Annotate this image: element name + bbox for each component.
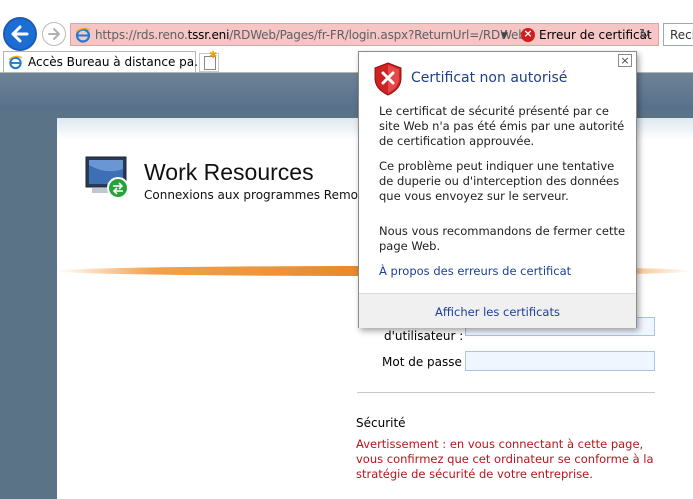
search-placeholder: Rech [670, 28, 693, 42]
security-warning: Avertissement : en vous connectant à cet… [356, 437, 654, 481]
new-tab-button[interactable]: ✱ [199, 50, 219, 72]
back-arrow-icon [11, 25, 29, 43]
security-heading: Sécurité [356, 416, 406, 430]
password-input[interactable] [465, 351, 655, 371]
url-suffix: /RDWeb/Pages/fr-FR/login.aspx?ReturnUrl=… [229, 28, 526, 42]
back-button[interactable] [3, 17, 37, 51]
cert-errors-link[interactable]: À propos des erreurs de certificat [379, 264, 571, 278]
url-text[interactable]: https://rds.reno.tssr.eni/RDWeb/Pages/fr… [95, 28, 526, 42]
refresh-icon[interactable]: ↻ [639, 27, 650, 42]
page-title: Work Resources [144, 159, 314, 185]
certificate-popup: × Certificat non autorisé Le certificat … [358, 51, 637, 328]
browser-tab[interactable]: Accès Bureau à distance pa... [3, 51, 206, 73]
popup-text-3: Nous vous recommandons de fermer cette p… [379, 224, 626, 253]
close-icon[interactable]: × [618, 54, 632, 67]
username-label: d'utilisateur : [384, 329, 464, 343]
remote-desktop-icon [85, 156, 129, 199]
new-tab-star-icon: ✱ [209, 50, 218, 61]
popup-title: Certificat non autorisé [411, 70, 568, 86]
shield-error-icon [374, 62, 402, 96]
search-box[interactable]: Rech [663, 23, 693, 46]
form-separator [357, 392, 655, 393]
forward-button[interactable] [42, 22, 66, 46]
url-domain: tssr.eni [187, 28, 230, 42]
address-dropdown-icon[interactable]: ▼ [501, 31, 508, 41]
password-label: Mot de passe : [382, 355, 470, 369]
cert-error-icon[interactable]: × [521, 27, 535, 42]
cert-error-button[interactable]: Erreur de certificat [539, 28, 652, 42]
ie-icon [75, 27, 91, 43]
url-prefix: https://rds.reno. [95, 28, 188, 42]
forward-arrow-icon [48, 28, 60, 40]
tab-title: Accès Bureau à distance pa... [28, 55, 206, 69]
popup-footer: Afficher les certificats [359, 293, 636, 328]
address-bar[interactable]: https://rds.reno.tssr.eni/RDWeb/Pages/fr… [70, 23, 659, 46]
ie-icon [8, 55, 23, 70]
popup-text-2: Ce problème peut indiquer une tentative … [379, 159, 620, 203]
popup-text-1: Le certificat de sécurité présenté par c… [379, 104, 625, 148]
page-subtitle: Connexions aux programmes RemoteAp [144, 188, 386, 202]
show-certificates-link[interactable]: Afficher les certificats [359, 305, 636, 319]
